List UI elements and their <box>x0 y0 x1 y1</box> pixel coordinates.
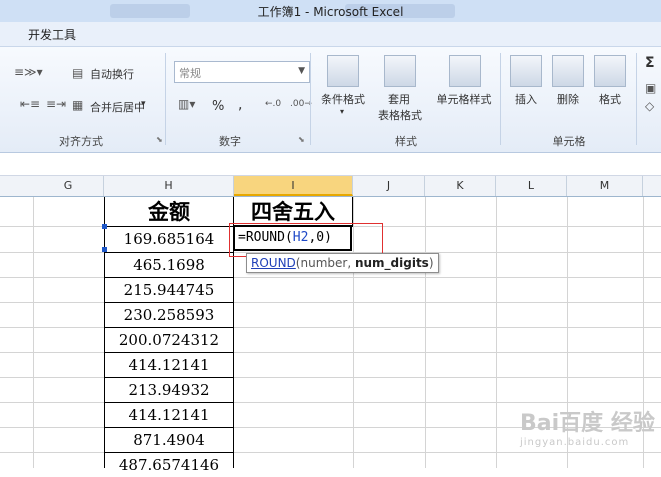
watermark-sub: jingyan.baidu.com <box>520 437 630 448</box>
alignment-launcher-icon[interactable]: ⬊ <box>156 135 163 144</box>
formula-bar[interactable] <box>0 153 661 176</box>
selection-handle[interactable] <box>102 224 107 229</box>
function-name-link[interactable]: ROUND <box>251 256 296 270</box>
cell-styles-icon[interactable] <box>449 55 481 87</box>
autosum-button[interactable]: Σ <box>645 55 655 71</box>
gridline <box>0 302 661 303</box>
alignment-group-label: 对齐方式 <box>59 135 103 148</box>
number-format-dropdown[interactable]: 常规 ▼ <box>174 61 310 83</box>
indent-icon[interactable]: ≡ <box>14 65 24 79</box>
gridline <box>0 352 661 353</box>
ribbon-tabs: 开发工具 <box>0 22 661 47</box>
highlight-box <box>229 223 383 257</box>
column-headers: G H I J K L M <box>0 176 661 197</box>
format-as-table-label-1[interactable]: 套用 <box>376 91 422 107</box>
cell-h-value[interactable]: 487.6574146 <box>105 453 233 477</box>
column-header-j[interactable]: J <box>353 176 425 196</box>
wrap-text-icon[interactable]: ▤ <box>72 66 83 80</box>
delete-icon[interactable] <box>552 55 584 87</box>
orientation-icon[interactable]: ≫▾ <box>24 65 43 79</box>
number-format-value: 常规 <box>179 67 201 80</box>
merge-center-button[interactable]: 合并后居中 <box>90 99 145 115</box>
number-launcher-icon[interactable]: ⬊ <box>298 135 305 144</box>
format-cells-button[interactable]: 格式 <box>592 91 628 107</box>
format-cells-icon[interactable] <box>594 55 626 87</box>
column-header-l[interactable]: L <box>496 176 567 196</box>
conditional-format-icon[interactable] <box>327 55 359 87</box>
insert-icon[interactable] <box>510 55 542 87</box>
format-as-table-icon[interactable] <box>384 55 416 87</box>
divider <box>310 53 311 145</box>
cell-i1-header[interactable]: 四舍五入 <box>234 198 352 226</box>
cell-styles-button[interactable]: 单元格样式 <box>432 91 496 107</box>
tab-developer[interactable]: 开发工具 <box>28 26 76 43</box>
format-as-table-label-2[interactable]: 表格格式 <box>370 107 430 123</box>
cell-h-value[interactable]: 465.1698 <box>105 253 233 277</box>
column-header-m[interactable]: M <box>567 176 643 196</box>
merge-center-icon[interactable]: ▦ <box>72 98 83 112</box>
increase-decimal-icon[interactable]: ←.0 <box>265 99 281 109</box>
conditional-format-button[interactable]: 条件格式 <box>314 91 372 107</box>
column-header-k[interactable]: K <box>425 176 496 196</box>
column-header-g[interactable]: G <box>33 176 104 196</box>
tooltip-arg-current: num_digits <box>354 256 429 270</box>
currency-icon[interactable]: ▥▾ <box>178 97 195 111</box>
decrease-decimal-icon[interactable]: .00→ <box>290 99 312 109</box>
gridline <box>0 277 661 278</box>
tooltip-close-paren: ) <box>428 256 434 270</box>
insert-button[interactable]: 插入 <box>508 91 544 107</box>
decrease-indent-icon[interactable]: ⇤≡ <box>20 97 40 111</box>
window-title: 工作簿1 - Microsoft Excel <box>257 5 404 19</box>
merge-dropdown-icon[interactable]: ▾ <box>141 99 146 109</box>
number-group-label: 数字 <box>219 135 241 148</box>
tooltip-arg: (number, <box>295 256 355 270</box>
increase-indent-icon[interactable]: ≡⇥ <box>46 97 66 111</box>
cell-h-value[interactable]: 871.4904 <box>105 428 233 452</box>
percent-button[interactable]: % <box>212 99 224 114</box>
cell-h-value[interactable]: 169.685164 <box>105 227 233 252</box>
divider <box>165 53 166 145</box>
gridline <box>0 402 661 403</box>
cell-h1-header[interactable]: 金额 <box>105 198 233 226</box>
wrap-text-button[interactable]: 自动换行 <box>90 66 134 82</box>
title-bar: 工作簿1 - Microsoft Excel <box>0 0 661 22</box>
baidu-watermark: Bai百度 经验 jingyan.baidu.com <box>520 405 660 465</box>
cell-h-value[interactable]: 213.94932 <box>105 378 233 402</box>
ribbon: ≡ ≫▾ ⇤≡ ≡⇥ ▤ 自动换行 ▦ 合并后居中 ▾ 对齐方式 ⬊ 常规 ▼ … <box>0 47 661 153</box>
chevron-down-icon: ▾ <box>340 107 345 116</box>
column-header-i[interactable]: I <box>234 176 353 196</box>
gridline <box>0 327 661 328</box>
delete-button[interactable]: 删除 <box>550 91 586 107</box>
divider <box>500 53 501 145</box>
selection-handle[interactable] <box>102 247 107 252</box>
gridline <box>0 377 661 378</box>
fill-icon[interactable]: ▣ <box>645 81 656 95</box>
cell-h-value[interactable]: 230.258593 <box>105 303 233 327</box>
divider <box>636 53 637 145</box>
styles-group-label: 样式 <box>395 135 417 148</box>
function-tooltip: ROUND(number, num_digits) <box>246 253 439 273</box>
column-header-h[interactable]: H <box>104 176 234 196</box>
chevron-down-icon: ▼ <box>298 66 305 76</box>
watermark-brand: Bai百度 经验 <box>520 411 655 436</box>
cell-h-value[interactable]: 414.12141 <box>105 403 233 427</box>
cell-h-value[interactable]: 200.0724312 <box>105 328 233 352</box>
cell-h-value[interactable]: 414.12141 <box>105 353 233 377</box>
clear-icon[interactable]: ◇ <box>645 99 654 113</box>
comma-button[interactable]: , <box>238 97 242 113</box>
cell-h-value[interactable]: 215.944745 <box>105 278 233 302</box>
cells-group-label: 单元格 <box>552 135 586 148</box>
